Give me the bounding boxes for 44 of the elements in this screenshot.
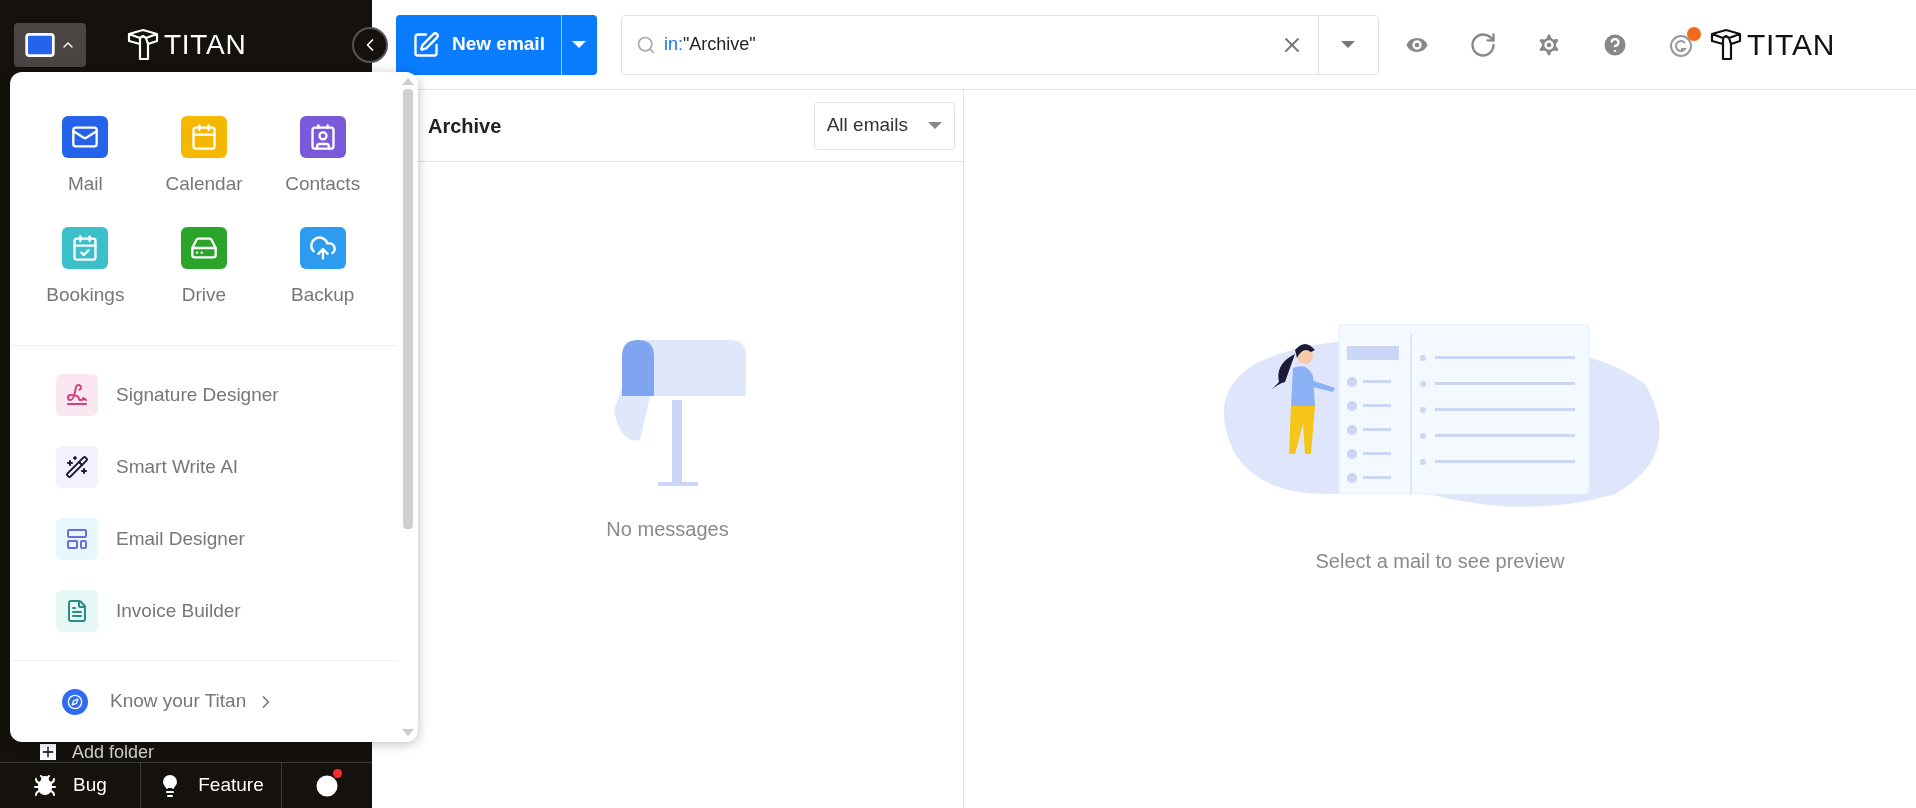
app-tile[interactable]: Mail xyxy=(26,116,145,199)
search-field[interactable]: in:"Archive" xyxy=(620,14,1379,75)
new-email-button[interactable]: New email xyxy=(396,14,561,75)
bookings-icon xyxy=(62,226,109,269)
app-tile[interactable]: Bookings xyxy=(26,226,145,309)
caret-icon xyxy=(928,122,942,129)
search-icon xyxy=(635,34,656,55)
app-switcher-button[interactable] xyxy=(14,23,86,67)
calendar-icon xyxy=(181,116,227,158)
bug-icon xyxy=(33,773,58,798)
logo-icon xyxy=(126,28,160,62)
drive-icon xyxy=(181,226,227,269)
invoice-icon xyxy=(56,590,98,632)
app-tile[interactable]: Contacts xyxy=(263,116,382,199)
tool-item[interactable]: Email Designer xyxy=(10,518,398,560)
signature-icon xyxy=(56,374,98,416)
contacts-icon xyxy=(299,116,346,158)
caret-icon xyxy=(1341,41,1356,48)
app-tile[interactable]: Drive xyxy=(144,226,264,309)
tool-item[interactable]: Invoice Builder xyxy=(10,590,398,632)
folder-title: Archive xyxy=(428,113,502,139)
caret-icon xyxy=(572,41,587,48)
wand-icon xyxy=(56,446,98,488)
feature-report-button[interactable]: Feature xyxy=(141,763,282,808)
tool-item[interactable]: Smart Write AI xyxy=(10,446,398,488)
compose-icon xyxy=(412,30,440,59)
search-query: in:"Archive" xyxy=(663,33,757,56)
bug-report-button[interactable]: Bug xyxy=(0,763,141,808)
know-your-titan-link[interactable]: Know your Titan xyxy=(10,687,277,716)
collapse-sidebar-button[interactable] xyxy=(352,27,388,63)
layout-icon xyxy=(56,518,98,560)
preview-empty-message: Select a mail to see preview xyxy=(1315,549,1565,574)
plus-icon xyxy=(40,744,56,760)
filter-dropdown[interactable]: All emails xyxy=(813,101,955,150)
tool-item[interactable]: Signature Designer xyxy=(10,374,398,416)
refresh-icon[interactable] xyxy=(1468,30,1497,59)
logo-text: TITAN xyxy=(1746,27,1836,63)
backup-icon xyxy=(299,226,346,269)
empty-message: No messages xyxy=(606,517,729,542)
logo-text: TITAN xyxy=(164,28,247,62)
logo-icon xyxy=(1708,27,1743,62)
add-folder-link[interactable]: Add folder xyxy=(72,743,155,761)
app-tile[interactable]: Backup xyxy=(263,226,382,309)
app-tile[interactable]: Calendar xyxy=(144,116,264,199)
